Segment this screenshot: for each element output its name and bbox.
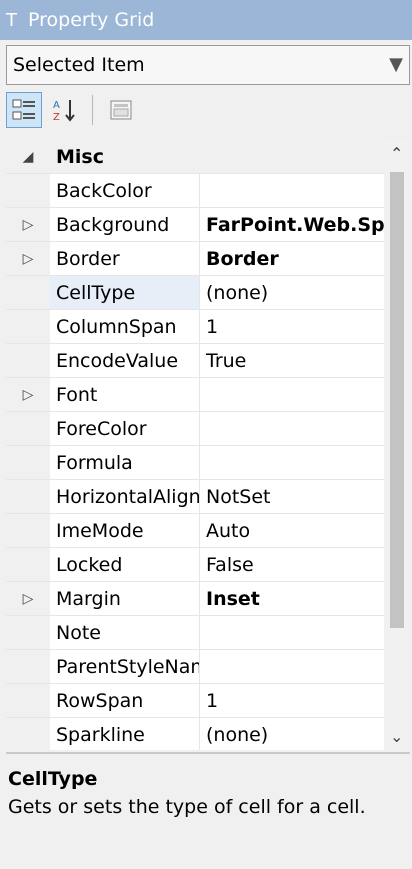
property-name: Formula xyxy=(50,446,200,479)
property-pages-button[interactable] xyxy=(103,92,139,128)
category-label: Misc xyxy=(56,145,104,168)
property-value[interactable]: Auto xyxy=(200,514,384,547)
selected-item-label: Selected Item xyxy=(13,54,145,76)
property-row[interactable]: ForeColor xyxy=(6,412,384,446)
property-name: Font xyxy=(50,378,200,411)
property-row[interactable]: HorizontalAlign NotSet xyxy=(6,480,384,514)
row-gutter xyxy=(6,412,50,445)
expand-icon[interactable]: ▷ xyxy=(6,582,50,615)
property-name: RowSpan xyxy=(50,684,200,717)
property-grid: ◢ Misc BackColor ▷ Background FarPoint.Web.… xyxy=(6,140,384,750)
toolbar-separator xyxy=(92,95,93,125)
expand-icon[interactable]: ▷ xyxy=(6,242,50,275)
property-name: Locked xyxy=(50,548,200,581)
property-name: Background xyxy=(50,208,200,241)
property-value[interactable]: 1 xyxy=(200,684,384,717)
row-gutter xyxy=(6,616,50,649)
property-value[interactable]: Border xyxy=(200,242,384,275)
property-row[interactable]: ImeMode Auto xyxy=(6,514,384,548)
property-name: Margin xyxy=(50,582,200,615)
property-name: EncodeValue xyxy=(50,344,200,377)
row-gutter xyxy=(6,718,50,750)
scroll-up-icon[interactable]: ⌃ xyxy=(390,144,403,163)
splitter[interactable] xyxy=(6,752,410,754)
chevron-down-icon: ▼ xyxy=(389,54,403,75)
property-value[interactable]: (none) xyxy=(200,276,384,309)
description-text: Gets or sets the type of cell for a cell… xyxy=(8,796,366,818)
property-value[interactable]: Inset xyxy=(200,582,384,615)
property-row[interactable]: CellType (none) xyxy=(6,276,384,310)
row-gutter xyxy=(6,276,50,309)
property-name: ParentStyleName xyxy=(50,650,200,683)
property-value[interactable]: 1 xyxy=(200,310,384,343)
property-value[interactable]: False xyxy=(200,548,384,581)
row-gutter xyxy=(6,174,50,207)
property-value[interactable]: True xyxy=(200,344,384,377)
row-gutter xyxy=(6,480,50,513)
property-row[interactable]: Note xyxy=(6,616,384,650)
property-value[interactable] xyxy=(200,446,384,479)
property-value[interactable]: FarPoint.Web.Sp xyxy=(200,208,384,241)
alphabetical-icon: A Z xyxy=(53,100,75,123)
toolbar: A Z xyxy=(6,88,410,132)
property-value[interactable]: NotSet xyxy=(200,480,384,513)
row-gutter xyxy=(6,548,50,581)
property-name: ImeMode xyxy=(50,514,200,547)
property-row[interactable]: BackColor xyxy=(6,174,384,208)
vertical-scrollbar[interactable]: ⌃ ⌄ xyxy=(384,140,410,750)
property-row[interactable]: EncodeValue True xyxy=(6,344,384,378)
property-row[interactable]: Sparkline (none) xyxy=(6,718,384,750)
row-gutter xyxy=(6,684,50,717)
row-gutter xyxy=(6,514,50,547)
property-name: BackColor xyxy=(50,174,200,207)
property-name: ForeColor xyxy=(50,412,200,445)
scroll-down-icon[interactable]: ⌄ xyxy=(390,727,403,746)
description-title: CellType xyxy=(8,768,98,790)
row-gutter xyxy=(6,650,50,683)
description-panel: CellType Gets or sets the type of cell f… xyxy=(6,760,410,869)
property-row[interactable]: RowSpan 1 xyxy=(6,684,384,718)
property-value[interactable] xyxy=(200,412,384,445)
property-value[interactable]: (none) xyxy=(200,718,384,750)
svg-text:Z: Z xyxy=(53,112,60,123)
categorized-icon xyxy=(12,99,35,120)
titlebar: Τ Property Grid xyxy=(0,0,412,40)
property-value[interactable] xyxy=(200,174,384,207)
svg-text:A: A xyxy=(53,100,60,111)
property-row[interactable]: ParentStyleName xyxy=(6,650,384,684)
collapse-icon[interactable]: ◢ xyxy=(6,140,50,173)
expand-icon[interactable]: ▷ xyxy=(6,208,50,241)
property-name: Sparkline xyxy=(50,718,200,750)
property-row[interactable]: Locked False xyxy=(6,548,384,582)
property-row[interactable]: ▷ Background FarPoint.Web.Sp xyxy=(6,208,384,242)
row-gutter xyxy=(6,344,50,377)
property-row[interactable]: ColumnSpan 1 xyxy=(6,310,384,344)
categorized-button[interactable] xyxy=(6,92,42,128)
property-row[interactable]: ▷ Font xyxy=(6,378,384,412)
scroll-thumb[interactable] xyxy=(390,172,404,628)
property-value[interactable] xyxy=(200,650,384,683)
category-row-misc[interactable]: ◢ Misc xyxy=(6,140,384,174)
property-name: CellType xyxy=(50,276,200,309)
property-row[interactable]: ▷ Border Border xyxy=(6,242,384,276)
property-value[interactable] xyxy=(200,378,384,411)
panel-title: Property Grid xyxy=(28,9,155,31)
property-name: HorizontalAlign xyxy=(50,480,200,513)
alphabetical-button[interactable]: A Z xyxy=(46,92,82,128)
property-row[interactable]: Formula xyxy=(6,446,384,480)
row-gutter xyxy=(6,310,50,343)
property-value[interactable] xyxy=(200,616,384,649)
selected-item-dropdown[interactable]: Selected Item ▼ xyxy=(6,45,410,85)
pin-icon[interactable]: Τ xyxy=(6,10,28,31)
property-name: ColumnSpan xyxy=(50,310,200,343)
property-name: Border xyxy=(50,242,200,275)
expand-icon[interactable]: ▷ xyxy=(6,378,50,411)
property-row[interactable]: ▷ Margin Inset xyxy=(6,582,384,616)
row-gutter xyxy=(6,446,50,479)
property-name: Note xyxy=(50,616,200,649)
property-pages-icon xyxy=(110,100,132,120)
